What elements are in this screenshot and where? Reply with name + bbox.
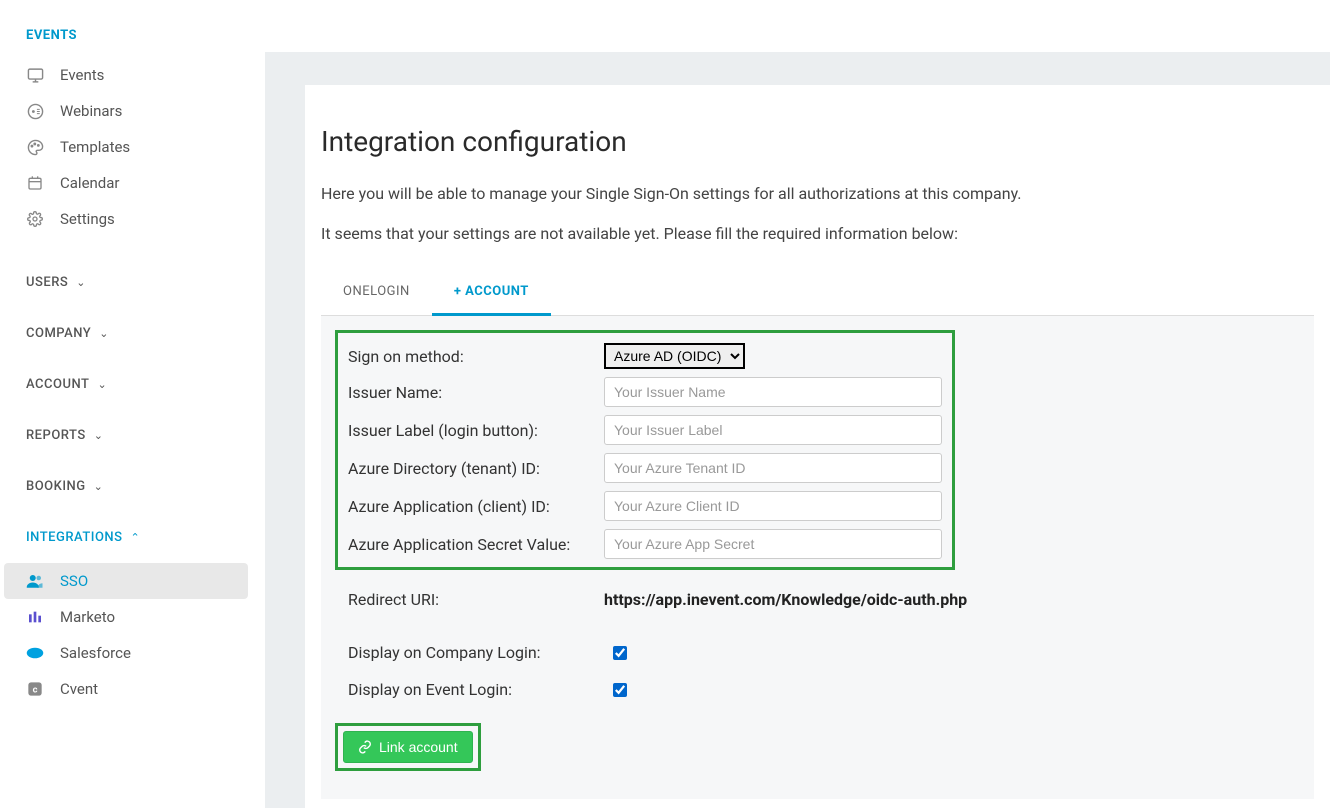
salesforce-icon <box>26 644 44 662</box>
sidebar-item-calendar[interactable]: Calendar <box>0 165 252 201</box>
section-label: COMPANY <box>26 326 91 341</box>
sidebar-section-reports[interactable]: REPORTS ⌄ <box>0 410 252 461</box>
form-area: Sign on method: Azure AD (OIDC) Issuer N… <box>321 316 1314 799</box>
link-account-highlight: Link account <box>335 723 481 771</box>
cvent-icon: c <box>26 680 44 698</box>
section-label: REPORTS <box>26 428 86 443</box>
sidebar-item-cvent[interactable]: c Cvent <box>0 671 252 707</box>
sidebar-item-label: Events <box>60 66 104 84</box>
sign-on-method-select[interactable]: Azure AD (OIDC) <box>604 343 745 369</box>
redirect-uri-label: Redirect URI: <box>348 590 604 609</box>
chevron-up-icon: ⌃ <box>131 531 141 544</box>
section-label: INTEGRATIONS <box>26 530 123 545</box>
secret-label: Azure Application Secret Value: <box>348 535 604 554</box>
sidebar-section-booking[interactable]: BOOKING ⌄ <box>0 461 252 512</box>
sidebar-item-label: Templates <box>60 138 130 156</box>
chevron-down-icon: ⌄ <box>76 276 86 289</box>
chevron-down-icon: ⌄ <box>99 327 109 340</box>
sidebar-item-label: Cvent <box>60 680 98 698</box>
link-account-button[interactable]: Link account <box>343 731 473 763</box>
tab-add-account[interactable]: + ACCOUNT <box>432 270 551 316</box>
tab-onelogin[interactable]: ONELOGIN <box>321 270 432 316</box>
issuer-name-input[interactable] <box>604 377 942 407</box>
page-description-2: It seems that your settings are not avai… <box>321 222 1314 246</box>
chevron-down-icon: ⌄ <box>94 480 104 493</box>
sidebar-item-marketo[interactable]: Marketo <box>0 599 252 635</box>
content-card: Integration configuration Here you will … <box>305 85 1330 808</box>
client-id-input[interactable] <box>604 491 942 521</box>
issuer-label-label: Issuer Label (login button): <box>348 421 604 440</box>
sidebar-item-label: Salesforce <box>60 644 131 662</box>
webinar-icon <box>26 102 44 120</box>
sidebar-item-settings[interactable]: Settings <box>0 201 252 237</box>
section-label: ACCOUNT <box>26 377 89 392</box>
sidebar-item-label: Webinars <box>60 102 122 120</box>
sign-on-method-label: Sign on method: <box>348 347 604 366</box>
sidebar-section-integrations[interactable]: INTEGRATIONS ⌃ <box>0 512 252 563</box>
svg-text:c: c <box>33 684 38 695</box>
redirect-uri-value: https://app.inevent.com/Knowledge/oidc-a… <box>604 590 967 609</box>
section-label: BOOKING <box>26 479 86 494</box>
main-content: Integration configuration Here you will … <box>265 0 1330 808</box>
sidebar-item-salesforce[interactable]: Salesforce <box>0 635 252 671</box>
sidebar-section-users[interactable]: USERS ⌄ <box>0 257 252 308</box>
sidebar-section-events: EVENTS <box>0 0 252 57</box>
display-company-checkbox[interactable] <box>613 646 627 660</box>
calendar-icon <box>26 174 44 192</box>
sidebar-item-label: Settings <box>60 210 115 228</box>
issuer-label-input[interactable] <box>604 415 942 445</box>
sidebar-section-account[interactable]: ACCOUNT ⌄ <box>0 359 252 410</box>
sidebar-item-label: Marketo <box>60 608 115 626</box>
display-company-label: Display on Company Login: <box>348 643 613 662</box>
palette-icon <box>26 138 44 156</box>
sidebar-item-label: SSO <box>60 572 88 590</box>
sidebar-item-label: Calendar <box>60 174 120 192</box>
page-title: Integration configuration <box>321 125 1314 158</box>
client-id-label: Azure Application (client) ID: <box>348 497 604 516</box>
section-label: USERS <box>26 275 68 290</box>
link-account-label: Link account <box>379 739 458 755</box>
marketo-icon <box>26 608 44 626</box>
tabs: ONELOGIN + ACCOUNT <box>321 270 1314 316</box>
sidebar: EVENTS Events Webinars Templates Calenda… <box>0 0 252 808</box>
page-description-1: Here you will be able to manage your Sin… <box>321 182 1314 206</box>
chevron-down-icon: ⌄ <box>94 429 104 442</box>
tenant-id-label: Azure Directory (tenant) ID: <box>348 459 604 478</box>
sidebar-item-events[interactable]: Events <box>0 57 252 93</box>
sidebar-item-sso[interactable]: SSO <box>4 563 248 599</box>
monitor-icon <box>26 66 44 84</box>
display-event-label: Display on Event Login: <box>348 680 613 699</box>
issuer-name-label: Issuer Name: <box>348 383 604 402</box>
gear-icon <box>26 210 44 228</box>
link-icon <box>358 740 372 754</box>
sidebar-item-webinars[interactable]: Webinars <box>0 93 252 129</box>
sidebar-section-company[interactable]: COMPANY ⌄ <box>0 308 252 359</box>
secret-input[interactable] <box>604 529 942 559</box>
chevron-down-icon: ⌄ <box>97 378 107 391</box>
highlighted-form-box: Sign on method: Azure AD (OIDC) Issuer N… <box>335 330 955 570</box>
tenant-id-input[interactable] <box>604 453 942 483</box>
users-icon <box>26 572 44 590</box>
sidebar-item-templates[interactable]: Templates <box>0 129 252 165</box>
display-event-checkbox[interactable] <box>613 683 627 697</box>
